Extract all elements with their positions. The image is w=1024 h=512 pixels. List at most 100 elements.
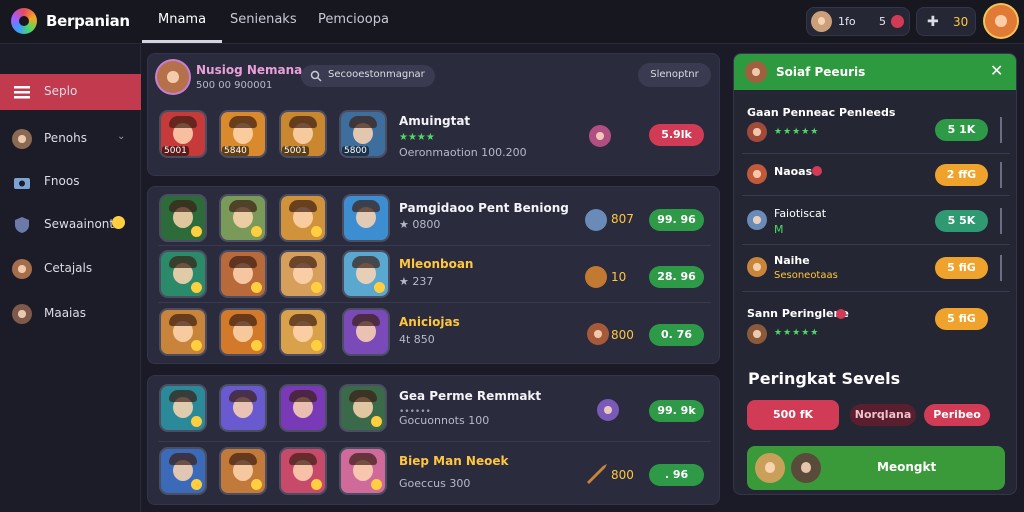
- rank-chip[interactable]: Norqlana: [850, 404, 916, 426]
- player-icon: [12, 129, 32, 149]
- buy-button[interactable]: 0. 76: [649, 324, 704, 346]
- sidebar-item-details[interactable]: Cetajals: [0, 251, 141, 287]
- character-tile[interactable]: [281, 449, 325, 493]
- collection-panel: Gea Perme Remmakt •••••• Gocuonnots 100 …: [147, 375, 720, 505]
- coin-icon: [585, 209, 607, 231]
- featured-panel: Nusiog Nemana 500 00 900001 Secooestonma…: [147, 53, 720, 176]
- tab-home[interactable]: Mnama: [158, 12, 206, 27]
- friend-sub: Sesoneotaas: [774, 270, 838, 281]
- tile-count: 5001: [282, 146, 309, 156]
- buy-button[interactable]: . 96: [649, 464, 704, 486]
- rating-stars: ★★★★★: [774, 328, 820, 338]
- friend-name: Naihe: [774, 254, 810, 267]
- friend-name: Faiotiscat: [774, 207, 827, 220]
- sort-button[interactable]: Slenoptnr: [638, 63, 711, 87]
- character-icon: [12, 304, 32, 324]
- tab-secondary[interactable]: Senienaks: [230, 12, 297, 27]
- character-tile[interactable]: [281, 252, 325, 296]
- sidebar-item-label: Seplo: [44, 84, 78, 98]
- sidebar-item-home[interactable]: Seplo: [0, 74, 141, 110]
- friend-sub: M: [774, 223, 784, 236]
- row-divider: [158, 441, 711, 442]
- friend-avatar: [747, 210, 767, 230]
- row-divider: [158, 302, 711, 303]
- character-tile[interactable]: [344, 310, 388, 354]
- character-tile[interactable]: 5800: [341, 112, 385, 156]
- user-avatar[interactable]: [985, 5, 1017, 37]
- character-tile[interactable]: [344, 252, 388, 296]
- camera-icon: [14, 178, 30, 189]
- sidebar-item-players[interactable]: Penohs ⌄: [0, 121, 141, 157]
- sidebar-item-settings[interactable]: Sewaainont: [0, 207, 141, 243]
- featured-avatar[interactable]: [157, 61, 189, 93]
- character-tile[interactable]: [161, 310, 205, 354]
- friend-action-button[interactable]: 5 fiG: [935, 308, 988, 330]
- active-tab-indicator: [142, 40, 222, 43]
- price-button[interactable]: 5.9lk: [649, 124, 704, 146]
- sidebar-item-label: Fnoos: [44, 174, 80, 188]
- friend-name: Naoas: [774, 165, 813, 178]
- character-tile[interactable]: [221, 310, 265, 354]
- row-title: Gea Perme Remmakt: [399, 389, 542, 403]
- social-panel-title: Soiaf Peeuris: [776, 65, 866, 79]
- divider: [1000, 162, 1002, 188]
- profile-pill[interactable]: 1fo 5: [806, 7, 910, 36]
- character-tile[interactable]: 5840: [221, 112, 265, 156]
- coin-pill[interactable]: ✚ 30: [916, 7, 976, 36]
- buy-button[interactable]: 99. 9k: [649, 400, 704, 422]
- character-tile[interactable]: [161, 449, 205, 493]
- buy-button[interactable]: 99. 96: [649, 209, 704, 231]
- app-title: Berpanian: [46, 12, 130, 30]
- row-sub-value: 0800: [412, 218, 441, 231]
- character-tile[interactable]: [221, 252, 265, 296]
- cta-avatar-icon: [755, 453, 785, 483]
- sidebar-item-media[interactable]: Maaias: [0, 296, 141, 332]
- search-icon: [310, 70, 322, 82]
- search-input[interactable]: Secooestonmagnar: [301, 65, 435, 87]
- seller-avatar: [597, 399, 619, 421]
- row-title: Mleonboan: [399, 257, 474, 271]
- character-tile[interactable]: [341, 449, 385, 493]
- search-placeholder: Secooestonmagnar: [328, 69, 425, 80]
- rank-chip[interactable]: Peribeo: [924, 404, 990, 426]
- weapon-tile[interactable]: [161, 196, 205, 240]
- buy-button[interactable]: 28. 96: [649, 266, 704, 288]
- tools-icon: ✚: [927, 14, 939, 30]
- coin-value: 800: [611, 328, 634, 342]
- friend-action-button[interactable]: 2 ffG: [935, 164, 988, 186]
- friend-action-button[interactable]: 5 5K: [935, 210, 988, 232]
- character-tile[interactable]: [161, 386, 205, 430]
- character-tile[interactable]: 5001: [161, 112, 205, 156]
- top-bar: Berpanian Mnama Senienaks Pemcioopa 1fo …: [0, 0, 1024, 44]
- character-tile[interactable]: 5001: [281, 112, 325, 156]
- weapon-tile[interactable]: [344, 196, 388, 240]
- friend-avatar: [747, 324, 767, 344]
- row-sub: 4t 850: [399, 333, 435, 346]
- sidebar-item-photos[interactable]: Fnoos: [0, 164, 141, 200]
- character-tile[interactable]: [281, 310, 325, 354]
- cta-button[interactable]: Meongkt: [747, 446, 1005, 490]
- character-tile[interactable]: [281, 386, 325, 430]
- character-tile[interactable]: [341, 386, 385, 430]
- row-sub: ★ 237: [399, 275, 434, 288]
- row-sub: Goeccus 300: [399, 477, 471, 490]
- row-title: Aniciojas: [399, 315, 460, 329]
- character-tile[interactable]: [161, 252, 205, 296]
- social-panel-header: Soiaf Peeuris ✕: [734, 54, 1016, 90]
- coin-value: 807: [611, 212, 634, 226]
- rank-chip-primary[interactable]: 500 fK: [747, 400, 839, 430]
- friend-action-button[interactable]: 5 1K: [935, 119, 988, 141]
- close-icon[interactable]: ✕: [990, 61, 1003, 80]
- friend-action-button[interactable]: 5 fiG: [935, 257, 988, 279]
- character-tile[interactable]: [221, 386, 265, 430]
- character-tile[interactable]: [221, 449, 265, 493]
- character-tile[interactable]: [221, 196, 265, 240]
- app-logo-icon[interactable]: [11, 8, 37, 34]
- heart-icon: [812, 166, 822, 176]
- friend-name: Gaan Penneac Penleeds: [747, 106, 896, 119]
- character-tile[interactable]: [281, 196, 325, 240]
- row-divider: [742, 291, 1010, 292]
- divider: [1000, 117, 1002, 143]
- tab-tertiary[interactable]: Pemcioopa: [318, 12, 389, 27]
- sidebar-item-label: Maaias: [44, 306, 86, 320]
